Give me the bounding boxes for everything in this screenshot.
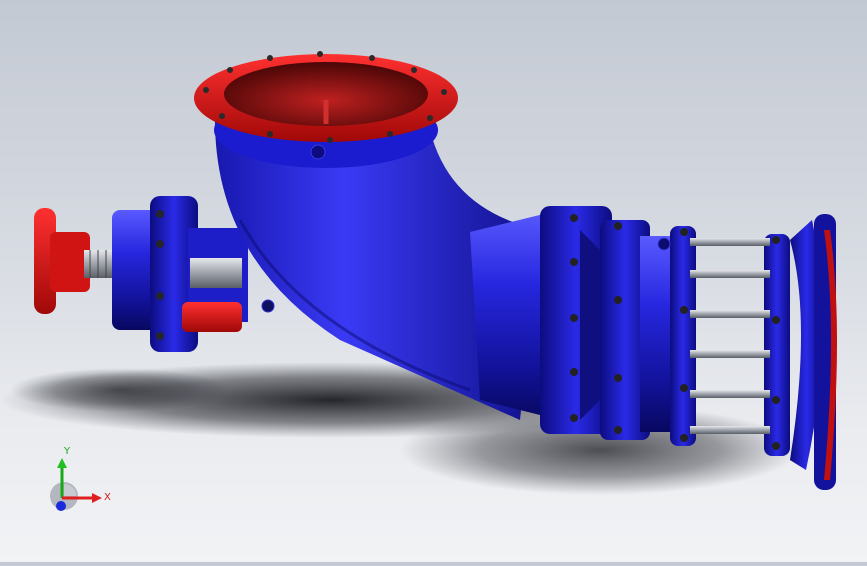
handwheel[interactable] (34, 208, 118, 314)
x-axis-label: X (104, 492, 111, 503)
y-axis-label: Y (63, 446, 71, 457)
pump-model[interactable] (0, 0, 867, 562)
coordinate-triad[interactable]: Y X (40, 440, 120, 520)
tie-rods (690, 238, 770, 434)
z-axis-icon (56, 501, 66, 511)
3d-viewport[interactable]: Y X (0, 0, 867, 562)
